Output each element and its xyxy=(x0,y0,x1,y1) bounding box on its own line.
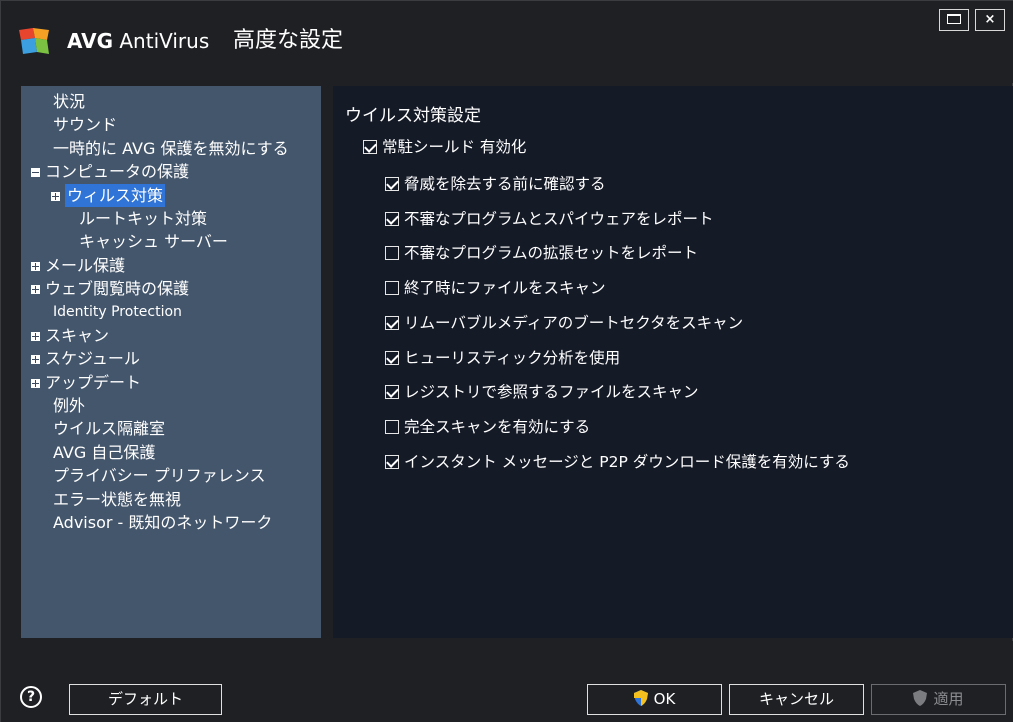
tree-item-label: アップデート xyxy=(45,372,142,392)
tree-item[interactable]: ルートキット対策 xyxy=(21,207,321,230)
help-icon[interactable]: ? xyxy=(20,686,42,708)
settings-tree-panel: 状況サウンド一時的に AVG 保護を無効にするコンピュータの保護 ウィルス対策 ルー… xyxy=(21,86,321,638)
tree-item-label: 状況 xyxy=(53,92,86,111)
option-label: ヒューリスティック分析を使用 xyxy=(404,348,621,367)
tree-item-label: サウンド xyxy=(53,115,118,135)
tree-item[interactable]: ウイルス隔離室 xyxy=(21,417,321,440)
tree-item[interactable]: Advisor - 既知のネットワーク xyxy=(21,511,321,534)
settings-tree: 状況サウンド一時的に AVG 保護を無効にするコンピュータの保護 ウィルス対策 ルー… xyxy=(21,90,321,534)
close-button[interactable]: × xyxy=(975,9,1005,31)
tree-item-label: Advisor - 既知のネットワーク xyxy=(53,513,273,533)
title-bar: AVG AntiVirus 高度な設定 × xyxy=(1,1,1013,83)
option-label: 不審なプログラムとスパイウェアをレポート xyxy=(404,209,714,228)
option-label: インスタント メッセージと P2P ダウンロード保護を有効にする xyxy=(404,452,850,471)
tree-item[interactable]: メール保護 xyxy=(21,254,321,277)
tree-item[interactable]: プライバシー プリファレンス xyxy=(21,464,321,487)
tree-item[interactable]: AVG 自己保護 xyxy=(21,441,321,464)
tree-item-label: エラー状態を無視 xyxy=(53,489,182,509)
tree-item[interactable]: アップデート xyxy=(21,371,321,394)
tree-item-label: スキャン xyxy=(45,325,110,345)
tree-item[interactable]: 一時的に AVG 保護を無効にする xyxy=(21,137,321,160)
shield-icon xyxy=(913,690,928,706)
option-label: 脅威を除去する前に確認する xyxy=(404,175,606,193)
tree-item-label: ウェブ閲覧時の保護 xyxy=(45,279,190,299)
ok-label: OK xyxy=(653,690,676,708)
brand-rest: AntiVirus xyxy=(113,29,210,53)
checkbox-box[interactable] xyxy=(385,385,399,400)
tree-item[interactable]: 状況 xyxy=(21,90,321,113)
settings-content-panel: ウイルス対策設定 常駐シールド 有効化 脅威を除去する前に確認する不審なプログラ… xyxy=(333,86,1013,638)
option-label: リムーバブルメディアのブートセクタをスキャン xyxy=(404,313,744,332)
checkbox-box[interactable] xyxy=(385,419,399,434)
tree-item[interactable]: エラー状態を無視 xyxy=(21,488,321,511)
tree-item-label: 例外 xyxy=(53,396,86,416)
shield-icon xyxy=(633,690,648,706)
cancel-button[interactable]: キャンセル xyxy=(729,684,864,715)
checkbox-box[interactable] xyxy=(385,246,399,261)
footer-bar: ? デフォルト OK キャンセル 適用 xyxy=(1,641,1013,722)
tree-item[interactable]: Identity Protection xyxy=(21,301,321,324)
checkbox-box[interactable] xyxy=(385,211,399,226)
advanced-settings-window: AVG AntiVirus 高度な設定 × 状況サウンド一時的に AVG 保護を… xyxy=(0,0,1013,722)
default-button[interactable]: デフォルト xyxy=(69,684,222,715)
option-label: 不審なプログラムの拡張セットをレポート xyxy=(404,244,699,263)
tree-item[interactable]: サウンド xyxy=(21,113,321,136)
tree-item-label: コンピュータの保護 xyxy=(45,162,190,182)
expand-icon[interactable] xyxy=(51,191,60,201)
tree-item-label: 一時的に AVG 保護を無効にする xyxy=(53,138,289,158)
section-title: ウイルス対策設定 xyxy=(345,106,481,126)
tree-item-label: ルートキット対策 xyxy=(79,208,208,228)
option-label: 終了時にファイルをスキャン xyxy=(404,279,606,298)
tree-item-label: ウイルス隔離室 xyxy=(53,419,166,439)
tree-item[interactable]: スケジュール xyxy=(21,347,321,370)
tree-item[interactable]: コンピュータの保護 xyxy=(21,160,321,183)
avg-logo-icon xyxy=(19,28,49,54)
expand-icon[interactable] xyxy=(31,285,40,295)
expand-icon[interactable] xyxy=(31,355,40,365)
tree-item-label: AVG 自己保護 xyxy=(53,442,156,462)
expand-icon[interactable] xyxy=(31,378,40,388)
tree-item[interactable]: 例外 xyxy=(21,394,321,417)
apply-button[interactable]: 適用 xyxy=(871,684,1006,715)
checkbox-box[interactable] xyxy=(385,315,399,330)
tree-item[interactable]: スキャン xyxy=(21,324,321,347)
resident-shield-checkbox-box[interactable] xyxy=(363,140,377,154)
tree-item[interactable]: ウェブ閲覧時の保護 xyxy=(21,277,321,300)
tree-item-label: メール保護 xyxy=(45,255,126,275)
tree-item[interactable]: キャッシュ サーバー xyxy=(21,230,321,253)
option-label: 完全スキャンを有効にする xyxy=(404,417,591,436)
ok-button[interactable]: OK xyxy=(587,684,722,715)
brand-bold: AVG xyxy=(67,29,114,53)
maximize-icon xyxy=(947,13,961,24)
apply-label: 適用 xyxy=(933,690,964,708)
tree-item-label: プライバシー プリファレンス xyxy=(53,466,266,486)
checkbox-box[interactable] xyxy=(385,454,399,469)
app-brand: AVG AntiVirus xyxy=(67,27,209,55)
expand-icon[interactable] xyxy=(31,331,40,341)
expand-icon[interactable] xyxy=(31,261,40,271)
resident-shield-label: 常駐シールド 有効化 xyxy=(382,138,527,156)
checkbox-box[interactable] xyxy=(385,177,399,191)
checkbox-box[interactable] xyxy=(385,350,399,365)
window-title: 高度な設定 xyxy=(233,28,344,53)
checkbox-box[interactable] xyxy=(385,281,399,296)
option-label: レジストリで参照するファイルをスキャン xyxy=(404,383,699,402)
tree-item-label: キャッシュ サーバー xyxy=(79,232,228,252)
collapse-icon[interactable] xyxy=(31,168,40,178)
tree-item-label: スケジュール xyxy=(45,349,140,369)
maximize-button[interactable] xyxy=(939,9,969,31)
tree-item-label: Identity Protection xyxy=(53,303,182,320)
close-icon: × xyxy=(984,12,996,27)
tree-item[interactable]: ウィルス対策 xyxy=(21,183,321,207)
tree-item-label: ウィルス対策 xyxy=(65,183,166,207)
